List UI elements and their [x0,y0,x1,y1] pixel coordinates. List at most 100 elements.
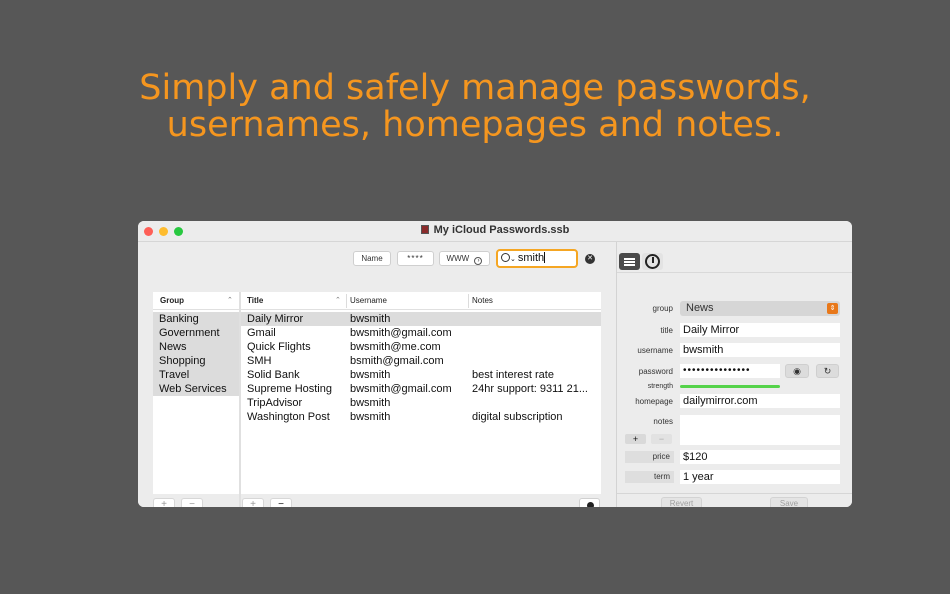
table-row[interactable]: Solid Bank bwsmith best interest rate [241,368,601,382]
window-title-text: My iCloud Passwords.ssb [433,224,570,236]
username-label: username [637,346,673,355]
headline-line-2: usernames, homepages and notes. [166,105,784,145]
filter-www-label: WWW [446,254,470,263]
notes-field[interactable] [680,415,840,445]
save-button[interactable]: Save [770,497,808,507]
eye-icon: ◉ [793,366,801,376]
remove-custom-field-button[interactable]: − [651,434,672,444]
group-item-web-services[interactable]: Web Services [153,382,239,396]
column-separator[interactable] [346,294,347,308]
row-title: Daily Mirror [247,313,304,325]
row-notes: 24hr support: 9311 21... [472,383,588,395]
headline-line-1: Simply and safely manage passwords, [139,68,811,108]
details-lines-icon [624,258,635,266]
column-separator[interactable] [468,294,469,308]
row-username: bwsmith@me.com [350,341,441,353]
group-item-banking[interactable]: Banking [153,312,239,326]
search-options-chevron-icon[interactable]: ⌄ [510,256,516,263]
app-window: My iCloud Passwords.ssb Name **** WWW › … [138,221,852,507]
table-row[interactable]: Quick Flights bwsmith@me.com [241,340,601,354]
details-pane: group News ⇕ title Daily Mirror username… [616,242,852,507]
filter-name-button[interactable]: Name [353,251,391,266]
details-tabs [617,242,852,273]
table-row[interactable]: Gmail bwsmith@gmail.com [241,326,601,340]
row-username: bwsmith [350,369,391,381]
add-record-button[interactable]: + [242,498,264,507]
row-notes: best interest rate [472,369,554,381]
tab-history[interactable] [642,253,663,270]
filter-name-label: Name [361,254,383,263]
generate-password-button[interactable]: ↻ [816,364,839,378]
add-custom-field-button[interactable]: + [625,434,646,444]
price-field[interactable]: $120 [680,450,840,464]
row-title: Washington Post [247,411,330,423]
groups-header: Group ⌃ [153,292,239,310]
action-icon [587,502,594,507]
row-username: bwsmith [350,411,391,423]
row-title: TripAdvisor [247,397,303,409]
group-column-header[interactable]: Group [160,296,184,305]
add-group-button[interactable]: + [153,498,175,507]
row-title: Solid Bank [247,369,300,381]
document-icon [420,225,429,234]
filter-www-button[interactable]: WWW › [439,251,490,266]
filter-password-button[interactable]: **** [397,251,434,266]
window-title: My iCloud Passwords.ssb [138,224,852,236]
group-item-shopping[interactable]: Shopping [153,354,239,368]
table-row[interactable]: TripAdvisor bwsmith [241,396,601,410]
group-select[interactable]: News ⇕ [680,301,840,316]
strength-meter [680,385,780,388]
records-header: Title ⌃ Username Notes [241,292,601,310]
tab-details[interactable] [619,253,640,270]
search-input[interactable]: ⌄ smith [496,249,578,268]
magnifier-icon [501,253,510,262]
username-column-header[interactable]: Username [350,296,387,305]
table-row[interactable]: SMH bsmith@gmail.com [241,354,601,368]
title-bar[interactable]: My iCloud Passwords.ssb [138,221,852,242]
notes-label: notes [653,417,673,426]
filter-password-label: **** [407,254,424,263]
table-row[interactable]: Supreme Hosting bwsmith@gmail.com 24hr s… [241,382,601,396]
row-username: bwsmith@gmail.com [350,327,452,339]
table-row[interactable]: Daily Mirror bwsmith [241,312,601,326]
row-title: Supreme Hosting [247,383,332,395]
row-username: bwsmith [350,313,391,325]
remove-record-button[interactable]: − [270,498,292,507]
remove-group-button[interactable]: − [181,498,203,507]
records-rows: Daily Mirror bwsmith Gmail bwsmith@gmail… [241,312,601,424]
group-select-value: News [686,302,714,314]
x-circle-icon[interactable]: ✕ [585,254,595,264]
arrow-circle-icon: › [474,257,483,265]
notes-column-header[interactable]: Notes [472,296,493,305]
group-item-government[interactable]: Government [153,326,239,340]
chevron-updown-icon: ⇕ [827,303,838,314]
price-label[interactable]: price [625,451,674,463]
title-field[interactable]: Daily Mirror [680,323,840,337]
group-label: group [652,304,673,313]
text-cursor [544,252,546,263]
username-field[interactable]: bwsmith [680,343,840,357]
row-username: bwsmith [350,397,391,409]
password-field[interactable]: ••••••••••••••• [680,364,780,378]
records-table: Title ⌃ Username Notes Daily Mirror bwsm… [241,292,601,494]
group-item-news[interactable]: News [153,340,239,354]
row-notes: digital subscription [472,411,563,423]
reveal-password-button[interactable]: ◉ [785,364,809,378]
term-field[interactable]: 1 year [680,470,840,484]
refresh-icon: ↻ [823,366,832,376]
table-row[interactable]: Washington Post bwsmith digital subscrip… [241,410,601,424]
search-value: smith [517,252,545,264]
term-label[interactable]: term [625,471,674,483]
clock-icon [645,254,660,269]
title-label: title [660,326,673,335]
homepage-field[interactable]: dailymirror.com [680,394,840,408]
sort-ascending-icon: ⌃ [335,297,341,304]
title-column-header[interactable]: Title [247,296,263,305]
revert-button[interactable]: Revert [661,497,702,507]
group-item-travel[interactable]: Travel [153,368,239,382]
action-menu-button[interactable] [579,498,600,507]
homepage-label: homepage [635,397,673,406]
sort-ascending-icon: ⌃ [227,297,233,304]
groups-table: Group ⌃ Banking Government News Shopping… [153,292,239,494]
group-list: Banking Government News Shopping Travel … [153,312,239,396]
